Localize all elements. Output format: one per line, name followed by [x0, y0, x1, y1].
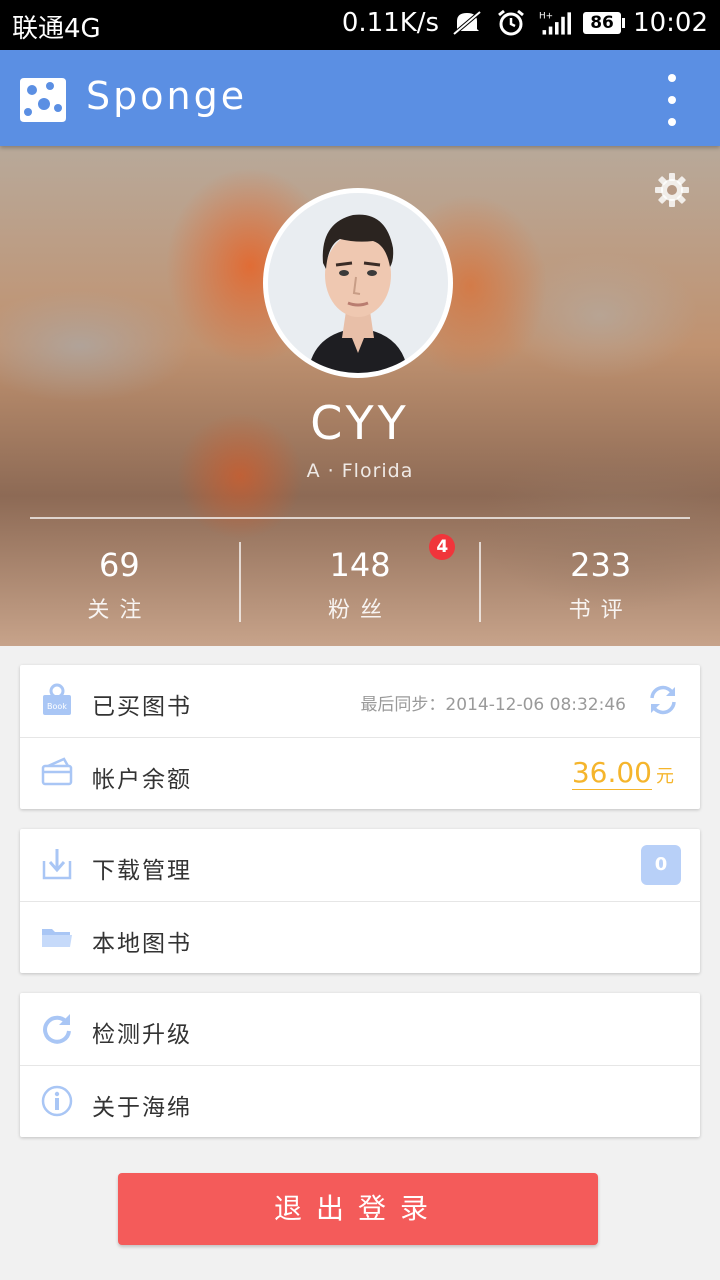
- svg-text:Book: Book: [47, 702, 67, 711]
- list-item-downloads[interactable]: 下载管理 0: [20, 829, 700, 901]
- avatar-photo: [268, 193, 448, 373]
- logout-button[interactable]: 退出登录: [118, 1173, 598, 1245]
- row-label: 关于海绵: [92, 1095, 192, 1121]
- gear-icon[interactable]: [654, 172, 690, 208]
- refresh-icon: [43, 1014, 71, 1044]
- list-item-local-books[interactable]: 本地图书: [20, 901, 700, 973]
- user-name: CYY: [310, 396, 410, 450]
- row-label: 检测升级: [92, 1022, 192, 1048]
- user-location: A · Florida: [306, 460, 414, 482]
- stat-followers[interactable]: 148 粉丝 4: [238, 534, 480, 623]
- network-speed: 0.11K/s: [341, 8, 440, 38]
- stat-value: 69: [98, 546, 140, 584]
- app-bar: Sponge: [0, 50, 720, 146]
- mute-icon: [452, 10, 482, 36]
- download-count-badge: 0: [641, 845, 681, 885]
- battery-icon: 86: [583, 12, 626, 34]
- list-item-about[interactable]: 关于海绵: [20, 1065, 700, 1137]
- alarm-icon: [498, 9, 524, 36]
- clock: 10:02: [633, 8, 708, 38]
- carrier-label: 联通4G: [12, 14, 101, 44]
- stat-value: 233: [570, 546, 632, 584]
- signal-icon: H+: [539, 12, 572, 35]
- books-card: 下载管理 0 本地图书: [20, 829, 700, 973]
- list-item-check-update[interactable]: 检测升级: [20, 993, 700, 1065]
- sponge-logo-icon[interactable]: [18, 74, 68, 124]
- row-label: 下载管理: [92, 858, 192, 884]
- user-portrait: [268, 193, 448, 373]
- folder-icon: [42, 929, 72, 947]
- stat-following[interactable]: 69 关注: [0, 542, 239, 623]
- balance-amount: 36.00: [571, 756, 652, 790]
- balance-unit: 元: [656, 766, 674, 787]
- stat-label: 书评: [568, 598, 633, 623]
- svg-text:H+: H+: [539, 12, 553, 22]
- list-item-balance[interactable]: 帐户余额 36.00 元: [20, 737, 700, 809]
- stats-row: 69 关注 148 粉丝 4 233 书评: [0, 534, 720, 623]
- stat-label: 粉丝: [328, 598, 393, 623]
- balance-value: 36.00 元: [571, 756, 674, 790]
- download-icon: [42, 849, 72, 880]
- status-bar: 联通4G 0.11K/s H+ 86 10:02: [0, 0, 720, 50]
- more-vert-icon[interactable]: [662, 74, 682, 126]
- card-icon: [41, 757, 73, 786]
- row-label: 帐户余额: [92, 767, 192, 793]
- row-label: 本地图书: [92, 931, 192, 957]
- status-icons: 0.11K/s H+ 86 10:02: [342, 8, 708, 38]
- list-item-purchased-books[interactable]: Book 已买图书 最后同步：2014-12-06 08:32:46: [20, 665, 700, 737]
- avatar[interactable]: [263, 188, 453, 378]
- stat-reviews[interactable]: 233 书评: [479, 542, 720, 623]
- app-card: 检测升级 关于海绵: [20, 993, 700, 1137]
- book-bag-icon: Book: [43, 683, 71, 715]
- app-title: Sponge: [86, 74, 248, 118]
- last-sync-text: 最后同步：2014-12-06 08:32:46: [360, 695, 626, 715]
- info-icon: [41, 1085, 73, 1117]
- stat-label: 关注: [87, 598, 152, 623]
- sync-icon[interactable]: [646, 683, 680, 717]
- account-card: Book 已买图书 最后同步：2014-12-06 08:32:46 帐户余额 …: [20, 665, 700, 809]
- profile-header: CYY A · Florida 69 关注 148 粉丝 4 233 书评: [0, 146, 720, 646]
- row-label: 已买图书: [92, 694, 192, 720]
- divider: [30, 517, 690, 519]
